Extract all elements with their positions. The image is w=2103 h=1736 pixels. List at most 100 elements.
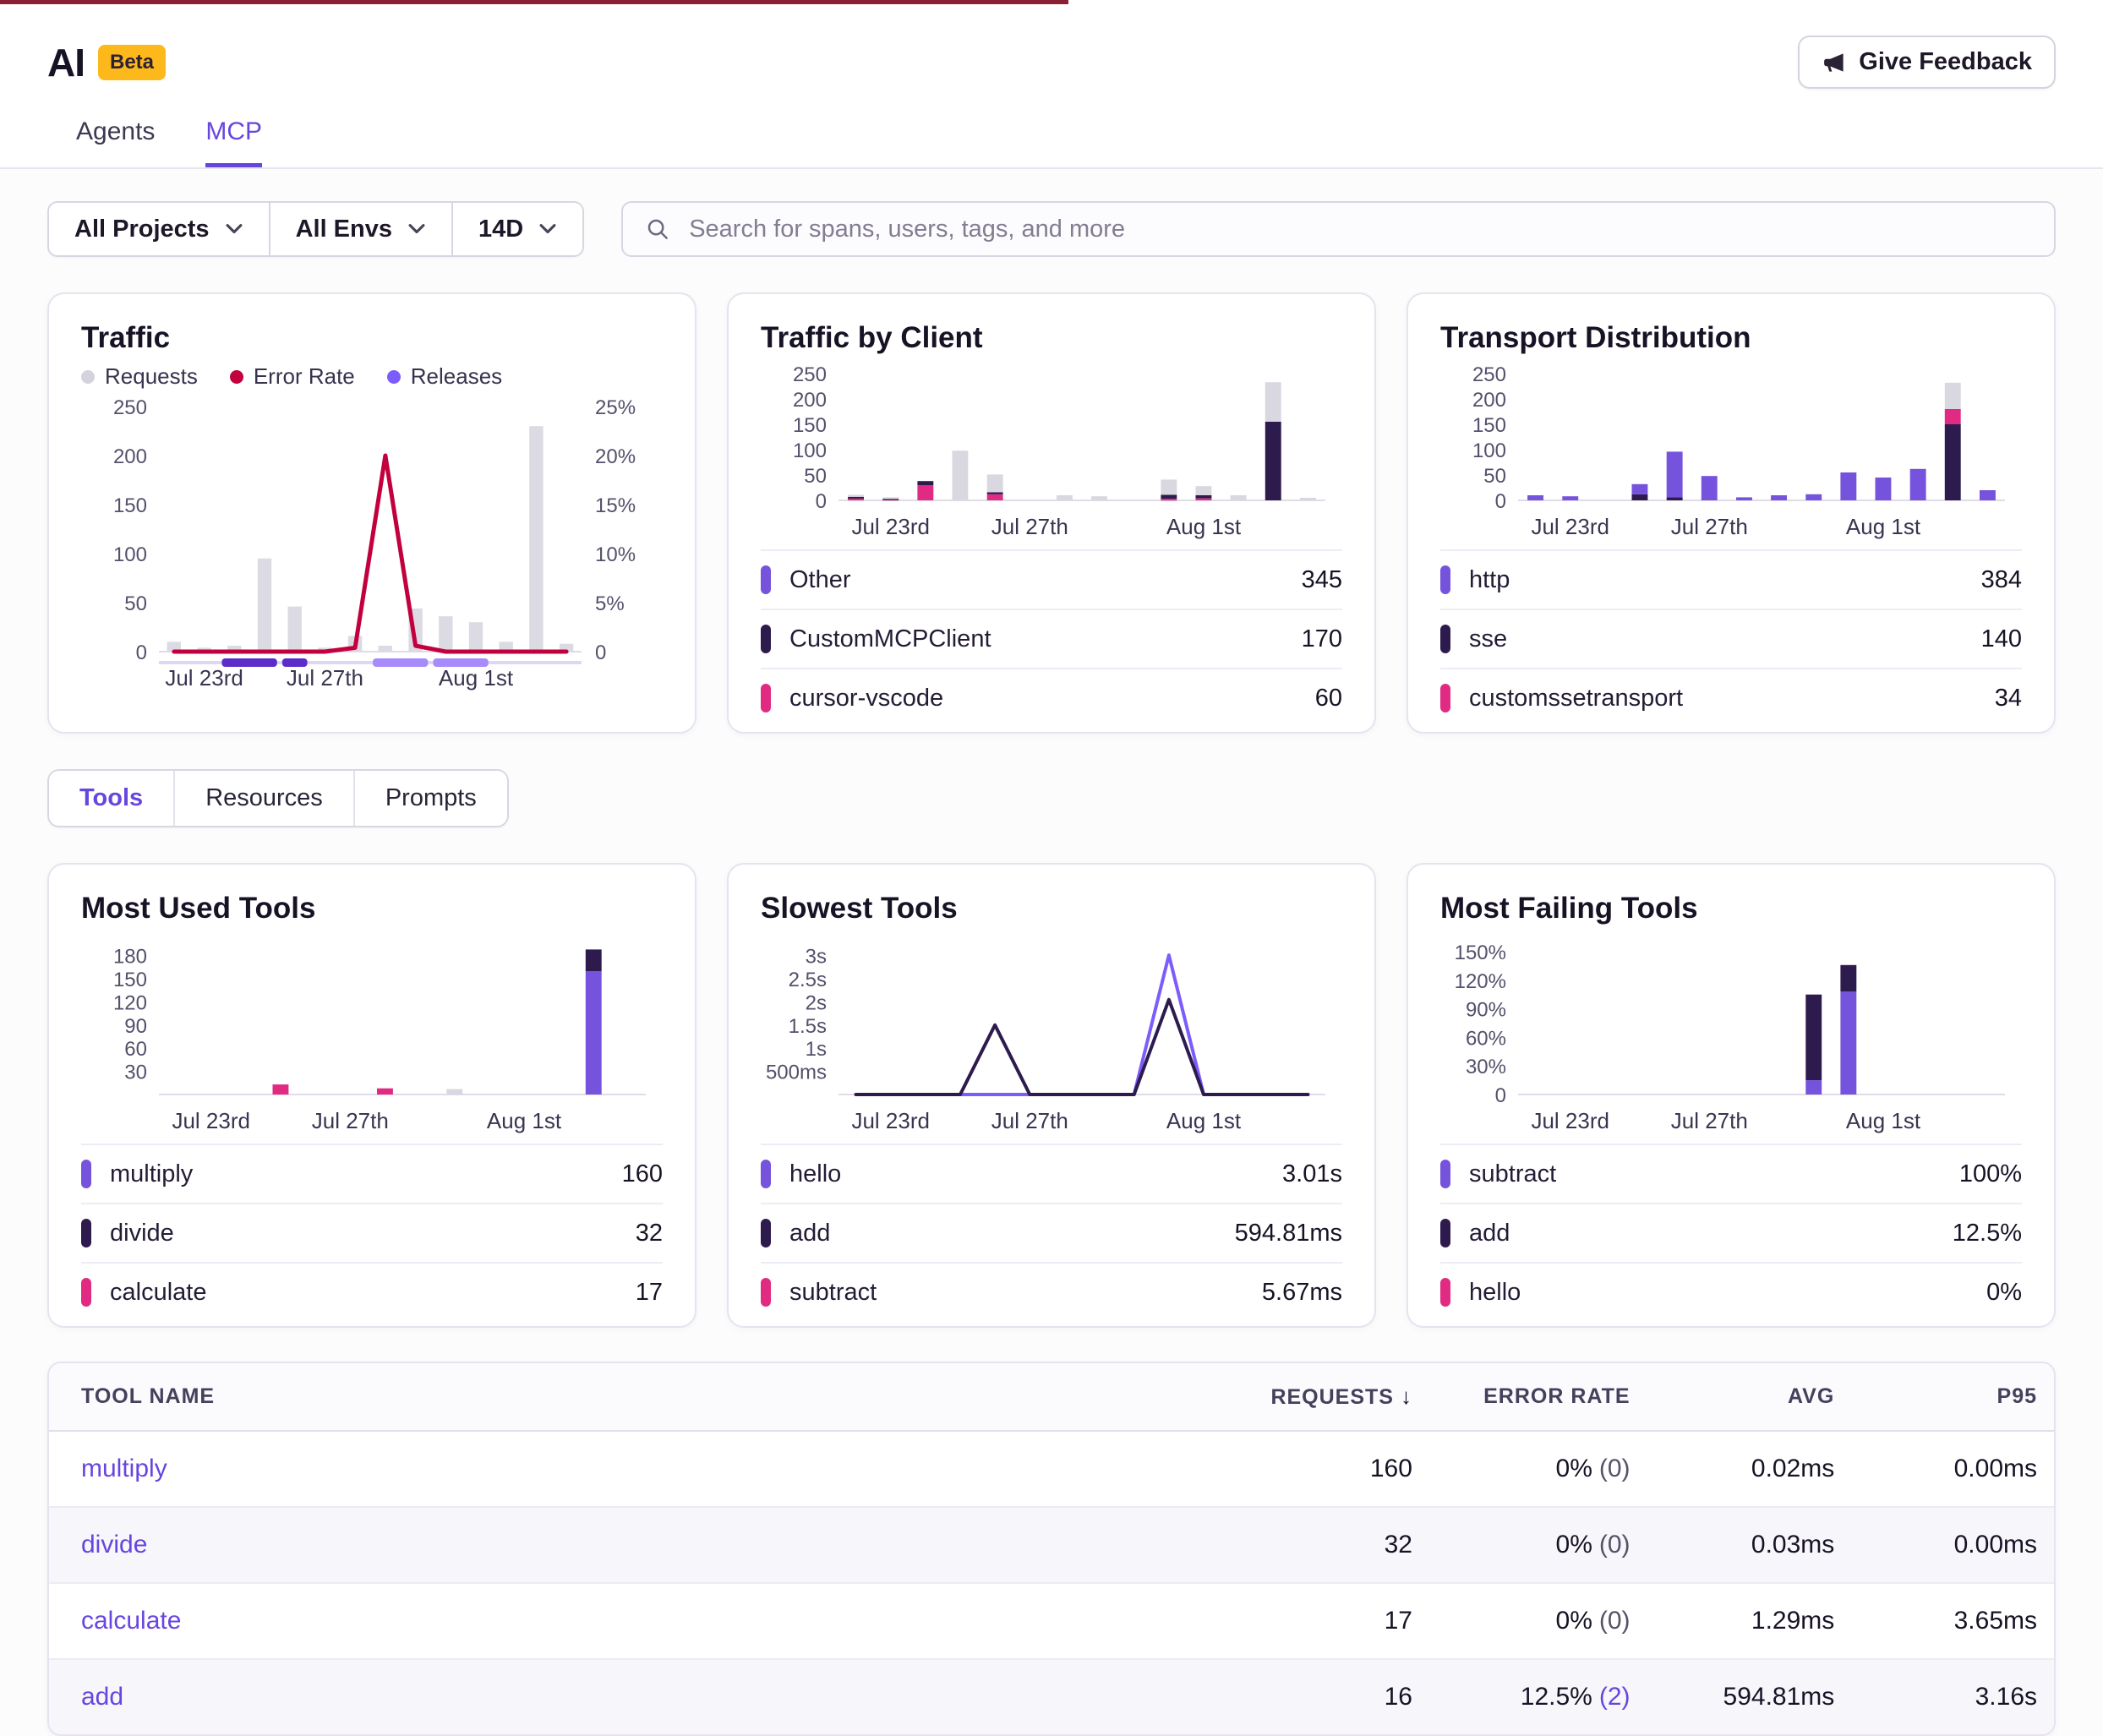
svg-text:200: 200 xyxy=(1472,389,1506,412)
svg-text:1s: 1s xyxy=(806,1038,827,1061)
svg-text:60%: 60% xyxy=(1466,1027,1506,1050)
give-feedback-button[interactable]: Give Feedback xyxy=(1798,35,2056,89)
svg-text:90%: 90% xyxy=(1466,999,1506,1022)
cell-avg: 0.02ms xyxy=(1631,1431,1835,1507)
error-count-link[interactable]: (0) xyxy=(1599,1531,1631,1559)
svg-text:90: 90 xyxy=(124,1015,147,1038)
cell-avg: 1.29ms xyxy=(1631,1583,1835,1659)
svg-text:Aug 1st: Aug 1st xyxy=(1846,1108,1921,1133)
list-item: subtract 100% xyxy=(1440,1144,2022,1203)
list-item: add 12.5% xyxy=(1440,1203,2022,1262)
search-input[interactable] xyxy=(687,215,2032,244)
list-item: hello 0% xyxy=(1440,1262,2022,1321)
svg-text:250: 250 xyxy=(113,396,147,419)
column-tool-name[interactable]: TOOL NAME xyxy=(49,1363,1145,1431)
list-item: divide 32 xyxy=(81,1203,663,1262)
svg-text:Jul 23rd: Jul 23rd xyxy=(172,1108,250,1133)
series-color-chip xyxy=(81,1278,91,1307)
sort-descending-icon: ↓ xyxy=(1401,1384,1412,1409)
filter-bar: All Projects All Envs 14D xyxy=(47,201,2056,257)
transport-distribution-title: Transport Distribution xyxy=(1440,321,2022,355)
cell-requests: 17 xyxy=(1145,1583,1412,1659)
project-filter-label: All Projects xyxy=(74,216,210,243)
svg-text:60: 60 xyxy=(124,1038,147,1061)
most-used-tools-title: Most Used Tools xyxy=(81,892,663,925)
tool-link[interactable]: multiply xyxy=(81,1455,167,1482)
item-label: hello xyxy=(1469,1279,1521,1307)
tool-link[interactable]: add xyxy=(81,1683,123,1711)
slowest-tools-card: Slowest Tools 500ms1s1.5s2s2.5s3sJul 23r… xyxy=(727,863,1376,1328)
env-filter-dropdown[interactable]: All Envs xyxy=(270,203,453,255)
column-requests[interactable]: REQUESTS ↓ xyxy=(1145,1363,1412,1431)
tab-prompts[interactable]: Prompts xyxy=(355,771,507,826)
item-label: customssetransport xyxy=(1469,685,1683,712)
item-label: sse xyxy=(1469,625,1507,653)
table-row: add 16 12.5%(2) 594.81ms 3.16s xyxy=(49,1659,2054,1734)
item-value: 17 xyxy=(636,1279,663,1307)
item-label: divide xyxy=(110,1220,174,1247)
traffic-legend: Requests Error Rate Releases xyxy=(81,363,663,390)
error-count-link[interactable]: (2) xyxy=(1599,1683,1631,1711)
project-filter-dropdown[interactable]: All Projects xyxy=(49,203,270,255)
error-rate-dot-icon xyxy=(230,370,243,384)
primary-tabs: Agents MCP xyxy=(47,89,2056,167)
megaphone-icon xyxy=(1822,50,1847,75)
error-count-link[interactable]: (0) xyxy=(1599,1607,1631,1635)
svg-text:20%: 20% xyxy=(595,445,636,468)
column-p95[interactable]: P95 xyxy=(1834,1363,2054,1431)
traffic-by-client-chart: 050100150200250Jul 23rdJul 27thAug 1st xyxy=(761,363,1342,543)
chevron-down-icon xyxy=(225,223,243,235)
list-item: hello 3.01s xyxy=(761,1144,1342,1203)
item-label: subtract xyxy=(789,1279,877,1307)
legend-label: Releases xyxy=(411,363,502,390)
tab-resources[interactable]: Resources xyxy=(175,771,355,826)
item-value: 32 xyxy=(636,1220,663,1247)
traffic-by-client-card: Traffic by Client 050100150200250Jul 23r… xyxy=(727,292,1376,734)
slowest-list: hello 3.01s add 594.81ms subtract 5.67ms xyxy=(761,1144,1342,1321)
svg-text:Jul 23rd: Jul 23rd xyxy=(851,514,929,539)
svg-text:15%: 15% xyxy=(595,494,636,517)
series-color-chip xyxy=(761,1160,771,1188)
svg-text:120%: 120% xyxy=(1455,970,1506,993)
series-color-chip xyxy=(1440,684,1450,712)
item-value: 140 xyxy=(1981,625,2022,653)
svg-text:150: 150 xyxy=(1472,414,1506,437)
tab-mcp[interactable]: MCP xyxy=(205,117,262,167)
search-bar xyxy=(621,201,2056,257)
svg-text:Jul 27th: Jul 27th xyxy=(991,514,1068,539)
list-item: calculate 17 xyxy=(81,1262,663,1321)
tab-tools[interactable]: Tools xyxy=(49,771,175,826)
svg-text:50: 50 xyxy=(1483,465,1506,488)
svg-text:200: 200 xyxy=(113,445,147,468)
tool-link[interactable]: calculate xyxy=(81,1607,181,1635)
tab-agents[interactable]: Agents xyxy=(76,117,155,167)
cell-requests: 16 xyxy=(1145,1659,1412,1734)
date-range-dropdown[interactable]: 14D xyxy=(453,203,582,255)
item-label: CustomMCPClient xyxy=(789,625,991,653)
series-color-chip xyxy=(761,1278,771,1307)
item-label: add xyxy=(1469,1220,1510,1247)
transport-distribution-card: Transport Distribution 050100150200250Ju… xyxy=(1407,292,2056,734)
table-row: multiply 160 0%(0) 0.02ms 0.00ms xyxy=(49,1431,2054,1507)
svg-text:25%: 25% xyxy=(595,396,636,419)
tool-link[interactable]: divide xyxy=(81,1531,147,1559)
svg-text:Jul 27th: Jul 27th xyxy=(1671,1108,1748,1133)
traffic-cards-row: Traffic Requests Error Rate Releases 050… xyxy=(47,292,2056,734)
cell-error-rate: 0%(0) xyxy=(1412,1583,1631,1659)
svg-text:30: 30 xyxy=(124,1062,147,1084)
tools-table-card: TOOL NAME REQUESTS ↓ ERROR RATE AVG P95 … xyxy=(47,1362,2056,1736)
entity-type-tabs: Tools Resources Prompts xyxy=(47,769,509,827)
column-error-rate[interactable]: ERROR RATE xyxy=(1412,1363,1631,1431)
legend-item-error-rate: Error Rate xyxy=(230,363,355,390)
cell-error-rate: 0%(0) xyxy=(1412,1431,1631,1507)
svg-text:150: 150 xyxy=(113,969,147,991)
series-color-chip xyxy=(81,1219,91,1247)
list-item: cursor-vscode 60 xyxy=(761,668,1342,727)
main-content: All Projects All Envs 14D xyxy=(0,169,2103,1736)
error-count-link[interactable]: (0) xyxy=(1599,1455,1631,1482)
svg-text:Jul 23rd: Jul 23rd xyxy=(165,665,243,691)
item-label: http xyxy=(1469,566,1510,594)
search-icon xyxy=(645,216,670,242)
list-item: subtract 5.67ms xyxy=(761,1262,1342,1321)
column-avg[interactable]: AVG xyxy=(1631,1363,1835,1431)
